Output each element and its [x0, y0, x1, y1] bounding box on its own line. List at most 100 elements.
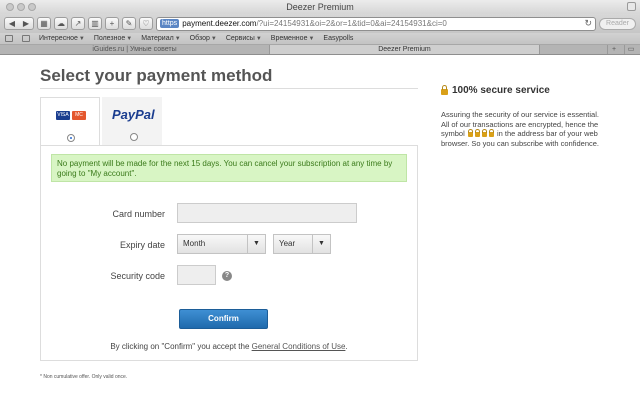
- bookmark-item[interactable]: Easypolls: [323, 35, 353, 42]
- security-code-input[interactable]: [177, 265, 216, 285]
- tab-overview-button[interactable]: ▭: [624, 45, 637, 54]
- settings-button[interactable]: ✎: [122, 17, 136, 30]
- forward-arrow-icon[interactable]: ▶: [23, 18, 29, 29]
- window-controls: [6, 3, 36, 11]
- back-forward-buttons[interactable]: ◀ ▶: [4, 17, 34, 30]
- close-window-button[interactable]: [6, 3, 14, 11]
- paypal-method-tab[interactable]: PayPal: [102, 97, 162, 145]
- confirm-button[interactable]: Confirm: [179, 309, 268, 329]
- secure-service-title: 100% secure service: [452, 85, 550, 96]
- dropdown-arrow-icon: ▼: [174, 36, 181, 42]
- terms-prefix: By clicking on "Confirm" you accept the: [110, 342, 252, 351]
- terms-link[interactable]: General Conditions of Use: [252, 342, 346, 351]
- share-button[interactable]: ↗: [71, 17, 85, 30]
- dropdown-arrow-icon: ▼: [126, 36, 133, 42]
- lock-icon: [441, 84, 448, 95]
- expiry-year-select[interactable]: Year ▼: [273, 234, 331, 254]
- book-icon: ▥: [91, 19, 99, 28]
- payment-form: No payment will be made for the next 15 …: [40, 145, 418, 361]
- fullscreen-button[interactable]: [627, 2, 636, 11]
- footnote: * Non cumulative offer. Only valid once.: [40, 374, 128, 380]
- help-icon[interactable]: ?: [222, 271, 232, 281]
- add-button[interactable]: +: [105, 17, 119, 30]
- dropdown-arrow-icon: ▼: [78, 36, 85, 42]
- lock-icon: [467, 128, 473, 137]
- security-code-label: Security code: [110, 271, 165, 281]
- window-title: Deezer Premium: [286, 2, 354, 12]
- https-badge: https: [160, 19, 180, 28]
- bookmarks-bar: Интересное▼ Полезное▼ Материал▼ Обзор▼ С…: [0, 33, 640, 45]
- zoom-window-button[interactable]: [28, 3, 36, 11]
- top-sites-icon[interactable]: [22, 35, 30, 42]
- payment-method-selector: VISA MC PayPal: [40, 97, 164, 146]
- bookmark-item[interactable]: Временное▼: [271, 35, 315, 42]
- trial-notice: No payment will be made for the next 15 …: [51, 154, 407, 182]
- dropdown-arrow-icon: ▼: [255, 36, 262, 42]
- bookmark-item[interactable]: Обзор▼: [190, 35, 217, 42]
- divider: [40, 88, 418, 89]
- address-path: /?ui=24154931&oi=2&or=1&tid=0&ai=2415493…: [256, 19, 447, 28]
- lock-icon: [474, 128, 480, 137]
- mastercard-logo: MC: [72, 111, 86, 120]
- share-icon: ↗: [74, 19, 82, 28]
- dropdown-arrow-icon: ▼: [210, 36, 217, 42]
- card-number-input[interactable]: [177, 203, 357, 223]
- terms-suffix: .: [345, 342, 348, 351]
- title-bar: Deezer Premium: [0, 0, 640, 14]
- pocket-icon: ♡: [142, 19, 150, 28]
- bookmark-item[interactable]: Сервисы▼: [226, 35, 262, 42]
- wrench-icon: ✎: [125, 19, 133, 28]
- toolbar: ◀ ▶ ▦ ☁ ↗ ▥ + ✎ ♡ https payment.deezer.c…: [0, 14, 640, 33]
- card-method-tab[interactable]: VISA MC: [40, 97, 100, 145]
- bookmark-label: Обзор: [189, 35, 210, 42]
- year-value: Year: [279, 239, 296, 248]
- top-sites-button[interactable]: ▦: [37, 17, 51, 30]
- bookmark-label: Полезное: [93, 35, 126, 42]
- sidebar-button[interactable]: ▥: [88, 17, 102, 30]
- chevron-down-icon: ▼: [247, 235, 265, 253]
- tab-deezer-premium[interactable]: Deezer Premium: [270, 45, 540, 54]
- visa-logo: VISA: [56, 111, 70, 120]
- lock-icon: [488, 128, 494, 137]
- icloud-tabs-button[interactable]: ☁: [54, 17, 68, 30]
- month-value: Month: [183, 239, 206, 248]
- pocket-button[interactable]: ♡: [139, 17, 153, 30]
- expiry-date-label: Expiry date: [119, 240, 165, 250]
- new-tab-button[interactable]: +: [607, 45, 620, 54]
- address-bar[interactable]: https payment.deezer.com/?ui=24154931&oi…: [156, 16, 597, 31]
- card-radio[interactable]: [67, 134, 75, 142]
- plus-icon: +: [109, 19, 115, 28]
- bookmark-label: Сервисы: [225, 35, 255, 42]
- page-content: Select your payment method VISA MC PayPa…: [0, 55, 640, 409]
- cloud-icon: ☁: [57, 19, 65, 28]
- grid-icon: ▦: [40, 19, 48, 28]
- tab-bar: iGuides.ru | Умные советы Deezer Premium…: [0, 45, 640, 55]
- page-title: Select your payment method: [40, 66, 273, 85]
- chevron-down-icon: ▼: [312, 235, 330, 253]
- card-number-label: Card number: [112, 209, 165, 219]
- tab-iguides[interactable]: iGuides.ru | Умные советы: [0, 45, 270, 54]
- address-text[interactable]: payment.deezer.com/?ui=24154931&oi=2&or=…: [182, 19, 447, 28]
- lock-icon: [481, 128, 487, 137]
- reload-icon[interactable]: ↻: [584, 18, 592, 29]
- expiry-month-select[interactable]: Month ▼: [177, 234, 266, 254]
- minimize-window-button[interactable]: [17, 3, 25, 11]
- dropdown-arrow-icon: ▼: [308, 36, 315, 42]
- security-text-part2: in the address bar of your web browser. …: [441, 129, 600, 148]
- security-description: Assuring the security of our service is …: [441, 110, 601, 148]
- bookmark-label: Материал: [141, 35, 174, 42]
- paypal-logo: PayPal: [112, 107, 155, 122]
- bookmark-item[interactable]: Материал▼: [141, 35, 180, 42]
- address-host: payment.deezer.com: [182, 19, 257, 28]
- bookmark-label: Временное: [270, 35, 308, 42]
- bookmark-item[interactable]: Интересное▼: [39, 35, 85, 42]
- terms-text: By clicking on "Confirm" you accept the …: [41, 342, 417, 351]
- bookmark-item[interactable]: Полезное▼: [94, 35, 132, 42]
- paypal-radio[interactable]: [130, 133, 138, 141]
- reader-button[interactable]: Reader: [599, 17, 636, 30]
- browser-window: Deezer Premium ◀ ▶ ▦ ☁ ↗ ▥ + ✎ ♡ https p…: [0, 0, 640, 409]
- reading-list-icon[interactable]: [5, 35, 13, 42]
- back-arrow-icon[interactable]: ◀: [9, 18, 15, 29]
- security-sidebar: 100% secure service Assuring the securit…: [441, 84, 601, 148]
- bookmark-label: Интересное: [39, 35, 78, 42]
